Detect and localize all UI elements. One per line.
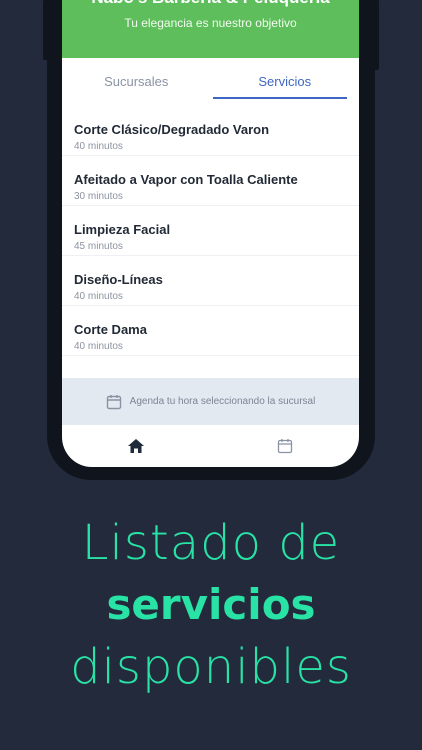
service-duration: 30 minutos [74,191,123,202]
tab-servicios[interactable]: Servicios [211,58,360,99]
service-name: Corte Dama [74,322,147,337]
bottom-nav [62,425,359,467]
promo-line-1: Listado de [81,515,341,571]
app-screen: Nabo's Barbería & Peluquería Tu eleganci… [62,0,359,467]
service-duration: 40 minutos [74,341,123,352]
nav-home[interactable] [62,425,211,467]
services-list: Corte Clásico/Degradado Varon 40 minutos… [62,106,359,356]
tab-bar: Sucursales Servicios [62,58,360,99]
service-name: Limpieza Facial [74,222,171,237]
phone-side-button [375,0,379,70]
phone-side-button-left [43,0,47,60]
tab-sucursales[interactable]: Sucursales [62,58,211,98]
service-duration: 40 minutos [74,291,123,302]
service-name: Corte Clásico/Degradado Varon [74,122,270,137]
service-name: Diseño-Líneas [74,272,163,287]
service-name: Afeitado a Vapor con Toalla Caliente [74,172,298,187]
service-duration: 45 minutos [74,241,123,252]
promo-headline: Listado de servicios disponibles [0,512,422,698]
list-item[interactable]: Corte Clásico/Degradado Varon 40 minutos [62,106,359,156]
list-item[interactable]: Diseño-Líneas 40 minutos [62,256,359,306]
calendar-icon [106,394,121,409]
app-subtitle: Tu elegancia es nuestro objetivo [124,16,297,30]
booking-bar-text: Agenda tu hora seleccionando la sucursal [129,396,316,407]
calendar-icon [277,439,292,454]
booking-bar[interactable]: Agenda tu hora seleccionando la sucursal [62,378,359,425]
service-duration: 40 minutos [74,141,123,152]
nav-calendar[interactable] [211,425,360,467]
app-header: Nabo's Barbería & Peluquería Tu eleganci… [62,0,359,58]
app-title: Nabo's Barbería & Peluquería [62,0,359,8]
list-item[interactable]: Afeitado a Vapor con Toalla Caliente 30 … [62,156,359,206]
promo-line-2: servicios [106,580,316,629]
promo-line-3: disponibles [70,639,352,695]
home-icon [128,439,145,453]
list-item[interactable]: Corte Dama 40 minutos [62,306,359,356]
list-item[interactable]: Limpieza Facial 45 minutos [62,206,359,256]
